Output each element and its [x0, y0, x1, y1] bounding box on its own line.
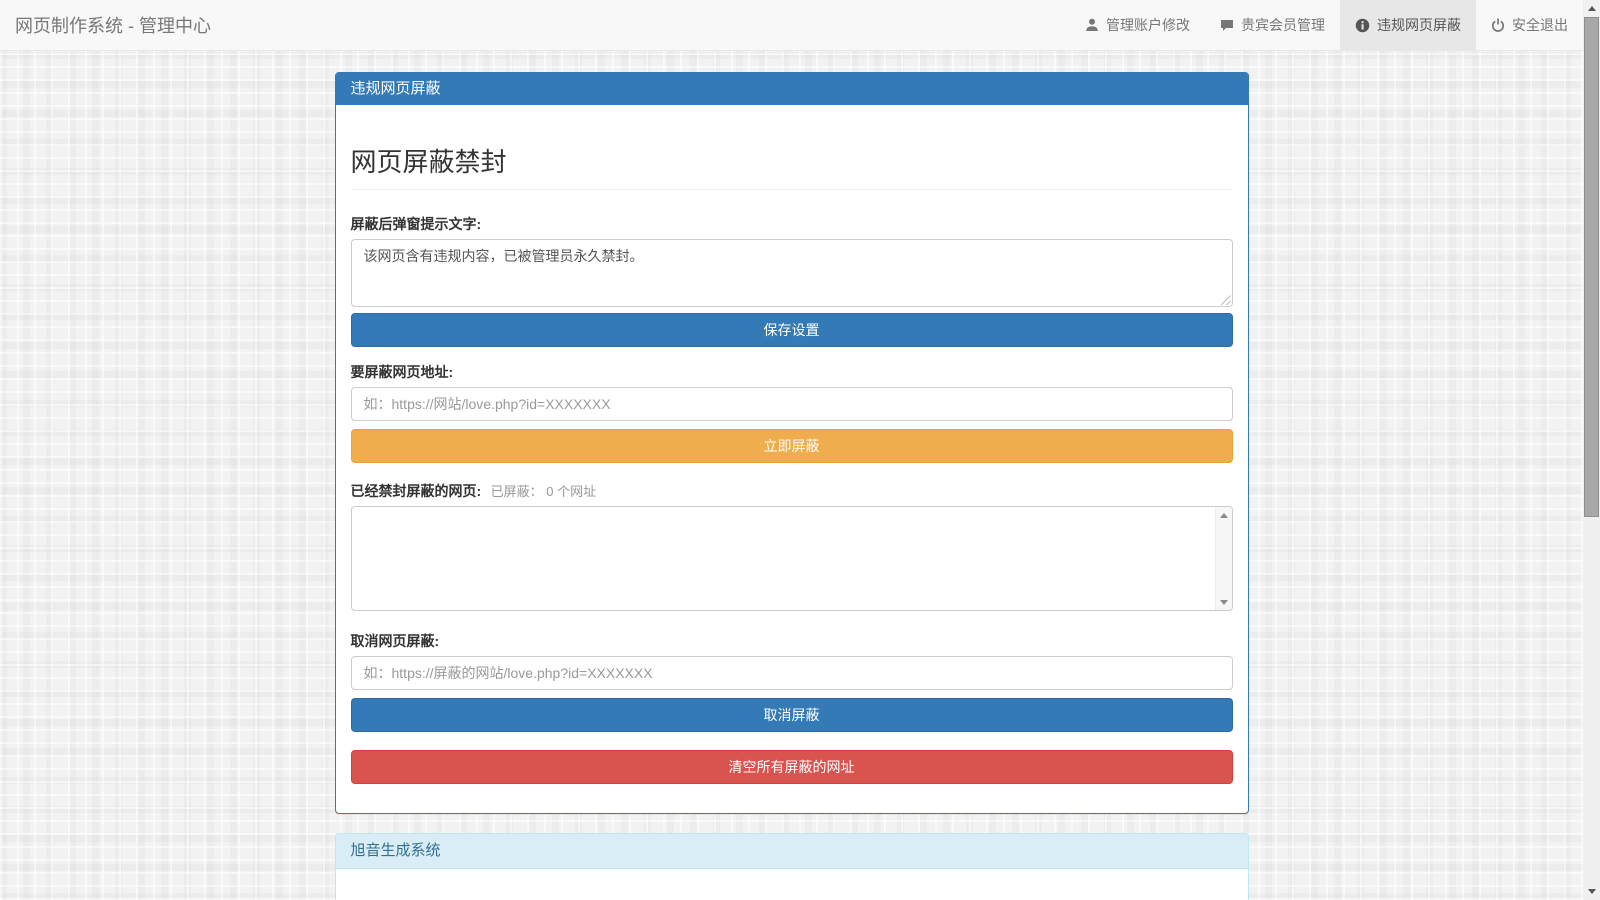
nav-item-label: 贵宾会员管理 [1241, 15, 1325, 35]
block-now-button[interactable]: 立即屏蔽 [351, 429, 1233, 463]
block-panel-header: 违规网页屏蔽 [336, 73, 1248, 105]
scroll-down-icon[interactable] [1216, 594, 1232, 610]
blocked-list-label: 已经禁封屏蔽的网页: [351, 483, 482, 499]
save-settings-button[interactable]: 保存设置 [351, 313, 1233, 347]
popup-textarea-wrap: 该网页含有违规内容，已被管理员永久禁封。 [351, 239, 1233, 307]
nav-item-account[interactable]: 管理账户修改 [1070, 0, 1205, 50]
nav-item-block-pages[interactable]: 违规网页屏蔽 [1340, 0, 1476, 50]
blocked-count: 已屏蔽： 0 个网址 [491, 484, 596, 499]
generator-panel-header: 旭音生成系统 [336, 834, 1248, 869]
page: 网页制作系统 - 管理中心 管理账户修改 贵宾会员管理 [0, 0, 1583, 900]
clear-button-wrap: 清空所有屏蔽的网址 [351, 750, 1233, 784]
scrollbar-up-icon[interactable] [1583, 0, 1600, 17]
nav-item-vip-members[interactable]: 贵宾会员管理 [1205, 0, 1340, 50]
block-url-input[interactable] [351, 387, 1233, 421]
unblock-url-input[interactable] [351, 656, 1233, 690]
scrollbar-down-icon[interactable] [1583, 883, 1600, 900]
browser-scrollbar[interactable] [1583, 0, 1600, 900]
nav-item-logout[interactable]: 安全退出 [1476, 0, 1583, 50]
blocked-list-scrollbar[interactable] [1215, 507, 1232, 610]
popup-text-input[interactable]: 该网页含有违规内容，已被管理员永久禁封。 [351, 239, 1233, 307]
page-title: 网页屏蔽禁封 [351, 142, 1233, 190]
power-icon [1491, 18, 1505, 32]
info-icon [1355, 18, 1370, 33]
block-url-label: 要屏蔽网页地址: [351, 362, 1233, 382]
unblock-button[interactable]: 取消屏蔽 [351, 698, 1233, 732]
navbar-menu: 管理账户修改 贵宾会员管理 违规网页屏蔽 [1070, 0, 1583, 50]
comment-icon [1220, 18, 1234, 32]
unblock-url-label: 取消网页屏蔽: [351, 631, 1233, 651]
nav-item-label: 违规网页屏蔽 [1377, 15, 1461, 35]
block-panel-body: 网页屏蔽禁封 屏蔽后弹窗提示文字: 该网页含有违规内容，已被管理员永久禁封。 保… [336, 105, 1248, 813]
popup-text-label: 屏蔽后弹窗提示文字: [351, 214, 1233, 234]
navbar: 网页制作系统 - 管理中心 管理账户修改 贵宾会员管理 [0, 0, 1583, 51]
blocked-list-label-row: 已经禁封屏蔽的网页: 已屏蔽： 0 个网址 [351, 481, 1233, 501]
nav-item-label: 安全退出 [1512, 15, 1568, 35]
user-icon [1085, 18, 1099, 32]
nav-item-label: 管理账户修改 [1106, 15, 1190, 35]
scrollbar-thumb[interactable] [1584, 17, 1599, 517]
app-title: 网页制作系统 - 管理中心 [0, 0, 226, 50]
generator-panel: 旭音生成系统 [335, 833, 1249, 900]
block-panel: 违规网页屏蔽 网页屏蔽禁封 屏蔽后弹窗提示文字: 该网页含有违规内容，已被管理员… [335, 72, 1249, 814]
blocked-list-content [352, 507, 1214, 610]
blocked-list-box[interactable] [351, 506, 1233, 611]
scroll-up-icon[interactable] [1216, 507, 1232, 523]
clear-all-button[interactable]: 清空所有屏蔽的网址 [351, 750, 1233, 784]
